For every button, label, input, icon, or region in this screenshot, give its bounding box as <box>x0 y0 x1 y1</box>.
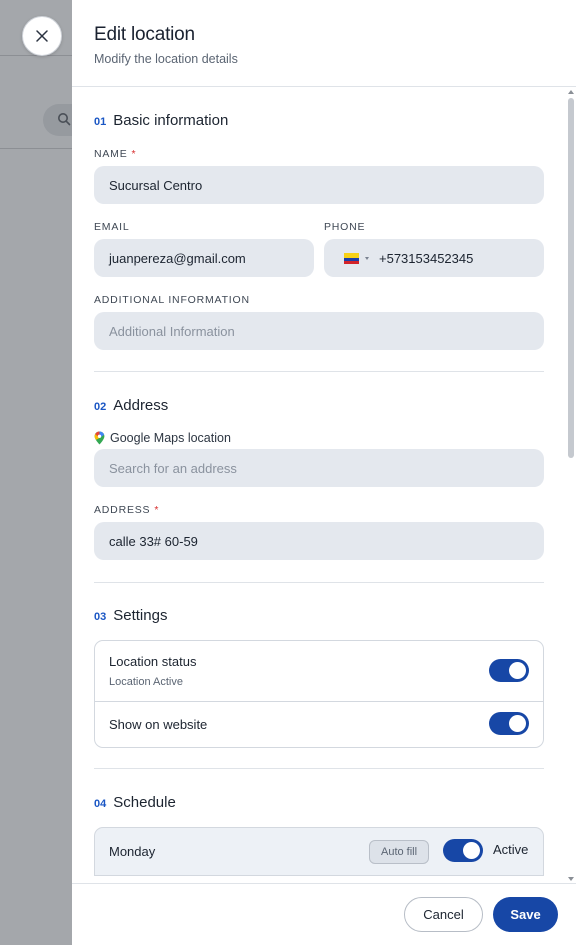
section-title: Address <box>113 397 169 414</box>
section-divider <box>94 768 544 769</box>
page-title: Edit location <box>94 24 195 45</box>
section-number: 04 <box>94 798 107 810</box>
page-subtitle: Modify the location details <box>94 52 238 66</box>
google-maps-pin-icon <box>94 431 105 445</box>
section-address: 02 Address <box>94 397 544 414</box>
scrollbar-thumb[interactable] <box>568 98 574 458</box>
phone-value: +573153452345 <box>379 250 474 266</box>
show-on-website-row: Show on website <box>95 701 543 747</box>
schedule-active-label: Active <box>493 842 529 857</box>
cancel-button[interactable]: Cancel <box>404 897 483 932</box>
location-status-title: Location status <box>109 654 197 669</box>
schedule-panel: Monday Auto fill Active <box>94 827 544 876</box>
section-number: 02 <box>94 401 107 413</box>
section-title: Settings <box>113 607 168 624</box>
schedule-row-monday: Monday Auto fill Active <box>95 828 543 876</box>
edit-location-drawer: Edit location Modify the location detail… <box>72 0 576 945</box>
show-on-website-toggle[interactable] <box>489 712 529 735</box>
address-search-input[interactable]: Search for an address <box>94 449 544 487</box>
phone-input[interactable]: +573153452345 <box>324 239 544 277</box>
section-schedule: 04 Schedule <box>94 794 544 811</box>
settings-panel: Location status Location Active Show on … <box>94 640 544 748</box>
phone-label: PHONE <box>324 221 366 233</box>
additional-information-input[interactable]: Additional Information <box>94 312 544 350</box>
schedule-active-toggle[interactable] <box>443 839 483 862</box>
section-title: Basic information <box>113 112 229 129</box>
google-maps-label: Google Maps location <box>94 431 231 445</box>
colombia-flag-icon[interactable] <box>344 252 359 264</box>
section-divider <box>94 371 544 372</box>
section-number: 03 <box>94 611 107 623</box>
drawer-footer: Cancel Save <box>72 883 576 945</box>
close-icon <box>36 30 48 42</box>
close-drawer-button[interactable] <box>22 16 62 56</box>
location-status-row: Location status Location Active <box>95 641 543 701</box>
drawer-body[interactable]: 01 Basic information NAME * Sucursal Cent… <box>72 88 576 876</box>
section-number: 01 <box>94 116 107 128</box>
section-title: Schedule <box>113 794 176 811</box>
backdrop-divider <box>0 148 80 149</box>
scroll-down-arrow-icon[interactable] <box>568 877 574 881</box>
required-marker: * <box>154 504 160 516</box>
name-input[interactable]: Sucursal Centro <box>94 166 544 204</box>
save-button[interactable]: Save <box>493 897 558 932</box>
email-label: EMAIL <box>94 221 130 233</box>
email-input[interactable]: juanpereza@gmail.com <box>94 239 314 277</box>
search-icon <box>58 113 71 126</box>
drawer-header: Edit location Modify the location detail… <box>72 0 576 87</box>
drawer-scrollbar[interactable] <box>566 88 576 883</box>
schedule-day: Monday <box>109 844 156 859</box>
auto-fill-button[interactable]: Auto fill <box>369 840 430 864</box>
additional-information-label: ADDITIONAL INFORMATION <box>94 294 250 306</box>
location-status-subtitle: Location Active <box>109 676 183 688</box>
section-basic-information: 01 Basic information <box>94 112 544 129</box>
section-divider <box>94 582 544 583</box>
location-status-toggle[interactable] <box>489 659 529 682</box>
section-settings: 03 Settings <box>94 607 544 624</box>
name-label: NAME * <box>94 148 137 160</box>
address-input[interactable]: calle 33# 60-59 <box>94 522 544 560</box>
address-label: ADDRESS * <box>94 504 160 516</box>
required-marker: * <box>131 148 137 160</box>
chevron-down-icon[interactable] <box>365 256 369 260</box>
scroll-up-arrow-icon[interactable] <box>568 90 574 94</box>
show-on-website-title: Show on website <box>109 717 208 732</box>
